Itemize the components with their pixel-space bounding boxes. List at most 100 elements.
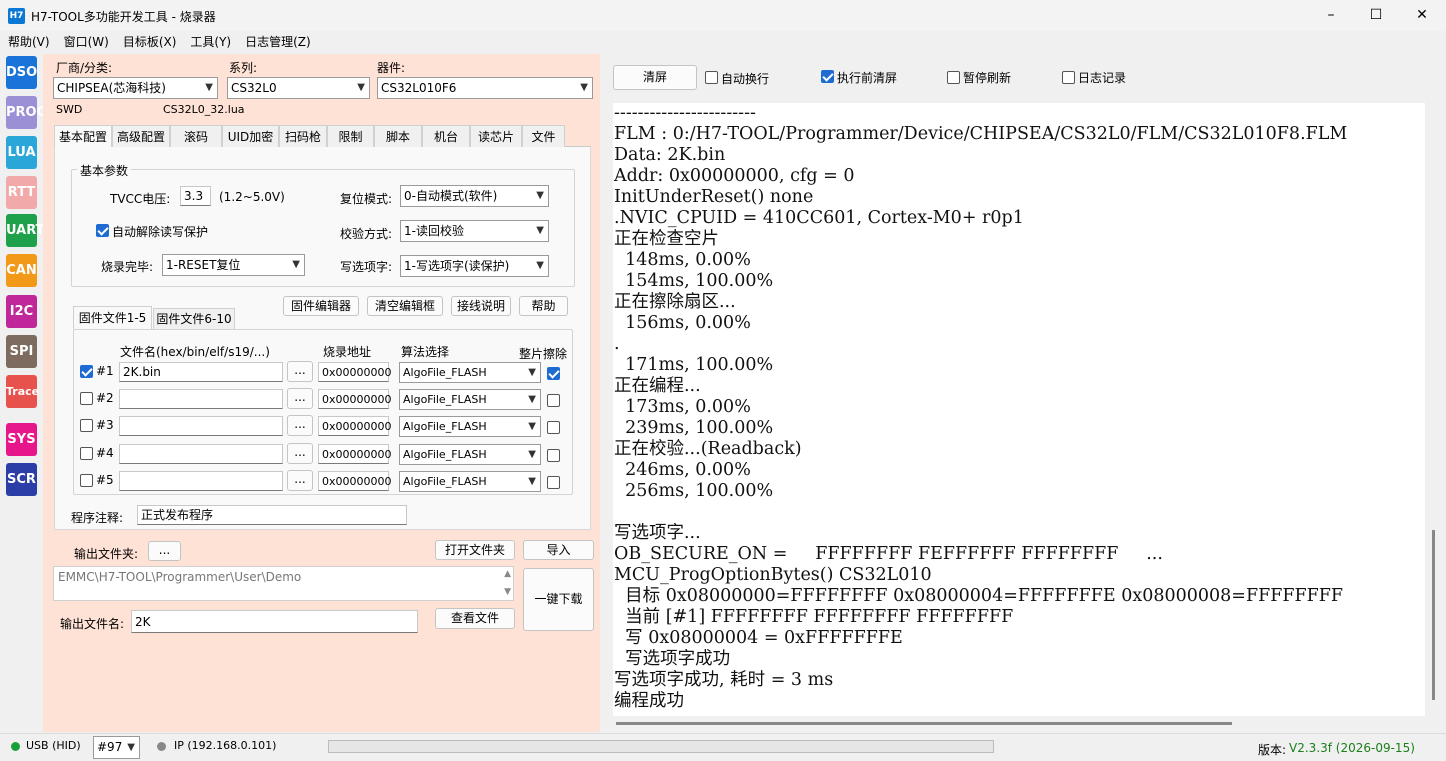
menu-help[interactable]: 帮助(V): [0, 31, 56, 50]
fw-row-file-input[interactable]: [119, 416, 283, 436]
auto-wrap-checkbox[interactable]: [705, 71, 718, 84]
log-output[interactable]: ------------------------ FLM : 0:/H7-TOOL…: [613, 103, 1425, 716]
fw-row-address-input[interactable]: 0x00000000: [318, 389, 392, 409]
usb-status: USB (HID): [26, 739, 81, 752]
maximize-icon[interactable]: ☐: [1353, 0, 1399, 31]
log-line: 239ms, 100.00%: [614, 418, 774, 438]
device-number: #97: [97, 740, 123, 754]
fw-row-browse-button[interactable]: ...: [287, 388, 313, 409]
vendor-label: 厂商/分类:: [56, 61, 113, 75]
menu-tools[interactable]: 工具(Y): [182, 31, 237, 50]
tvcc-input[interactable]: 3.3: [180, 186, 211, 206]
one-click-download-button[interactable]: 一键下载: [523, 568, 594, 631]
output-filename-input[interactable]: 2K: [131, 610, 418, 633]
fw-row-algo-select[interactable]: AlgoFile_FLASH ▼: [399, 444, 541, 465]
series-select[interactable]: CS32L0 ▼: [227, 77, 370, 99]
menu-window[interactable]: 窗口(W): [56, 31, 115, 50]
view-file-button[interactable]: 查看文件: [435, 608, 515, 629]
tab-firmware-6-10[interactable]: 固件文件6-10: [153, 308, 235, 329]
chevron-down-icon: ▼: [528, 449, 536, 460]
help-button[interactable]: 帮助: [519, 296, 568, 316]
log-line: 148ms, 0.00%: [614, 250, 751, 270]
menu-log[interactable]: 日志管理(Z): [237, 31, 317, 50]
chevron-down-icon: ▼: [528, 476, 536, 487]
output-path-box[interactable]: EMMC\H7-TOOL\Programmer\User\Demo ▲ ▼: [53, 566, 514, 601]
sidebar-rtt-button[interactable]: RTT: [6, 176, 37, 209]
verify-select[interactable]: 1-读回校验 ▼: [400, 220, 549, 242]
pause-refresh-checkbox[interactable]: [947, 71, 960, 84]
open-folder-button[interactable]: 打开文件夹: [435, 540, 515, 560]
fw-row-address-input[interactable]: 0x00000000: [318, 362, 392, 382]
fw-row-erase-checkbox[interactable]: [547, 367, 560, 380]
option-select[interactable]: 1-写选项字(读保护) ▼: [400, 255, 549, 277]
clear-before-checkbox[interactable]: [821, 70, 834, 83]
fw-row-file-input[interactable]: [119, 444, 283, 464]
sidebar-trace-button[interactable]: Trace: [6, 375, 39, 408]
sidebar-spi-button[interactable]: SPI: [6, 335, 37, 368]
sidebar-scr-button[interactable]: SCR: [6, 463, 37, 496]
sidebar-i2c-button[interactable]: I2C: [6, 295, 37, 328]
fw-row-erase-checkbox[interactable]: [547, 476, 560, 489]
fw-row-algo-select[interactable]: AlgoFile_FLASH ▼: [399, 362, 541, 383]
fw-row-checkbox[interactable]: [80, 419, 93, 432]
fw-row-erase-checkbox[interactable]: [547, 394, 560, 407]
sidebar-sys-button[interactable]: SYS: [6, 423, 37, 456]
tab-machine[interactable]: 机台: [422, 125, 470, 147]
fw-row-checkbox[interactable]: [80, 365, 93, 378]
fw-row-browse-button[interactable]: ...: [287, 470, 313, 491]
log-record-checkbox[interactable]: [1062, 71, 1075, 84]
fw-row-erase-checkbox[interactable]: [547, 421, 560, 434]
tab-read-chip[interactable]: 读芯片: [470, 125, 522, 147]
finish-select[interactable]: 1-RESET复位 ▼: [162, 254, 305, 276]
fw-row-checkbox[interactable]: [80, 447, 93, 460]
fw-row-checkbox[interactable]: [80, 392, 93, 405]
clear-screen-button[interactable]: 清屏: [613, 65, 697, 90]
fw-row-checkbox[interactable]: [80, 474, 93, 487]
tab-rolling-code[interactable]: 滚码: [170, 125, 222, 147]
fw-row-algo-select[interactable]: AlgoFile_FLASH ▼: [399, 389, 541, 410]
vendor-select[interactable]: CHIPSEA(芯海科技) ▼: [53, 77, 218, 99]
reset-select[interactable]: 0-自动模式(软件) ▼: [400, 185, 549, 207]
note-input[interactable]: 正式发布程序: [137, 505, 407, 525]
fw-row-address-input[interactable]: 0x00000000: [318, 471, 392, 491]
device-number-select[interactable]: #97 ▼: [93, 736, 140, 759]
output-folder-browse[interactable]: ...: [148, 541, 181, 561]
part-select[interactable]: CS32L010F6 ▼: [377, 77, 593, 99]
tab-scanner[interactable]: 扫码枪: [279, 125, 327, 147]
fw-row-file-input[interactable]: 2K.bin: [119, 362, 283, 382]
log-vertical-scrollbar[interactable]: [1432, 530, 1435, 700]
menu-target[interactable]: 目标板(X): [115, 31, 183, 50]
import-button[interactable]: 导入: [523, 540, 594, 560]
fw-row-browse-button[interactable]: ...: [287, 443, 313, 464]
sidebar-lua-button[interactable]: LUA: [6, 136, 37, 169]
clear-editor-button[interactable]: 清空编辑框: [367, 296, 443, 316]
close-icon[interactable]: ✕: [1399, 0, 1445, 31]
fw-row-address-input[interactable]: 0x00000000: [318, 444, 392, 464]
tab-firmware-1-5[interactable]: 固件文件1-5: [73, 306, 152, 329]
sidebar-dso-button[interactable]: DSO: [6, 56, 37, 89]
tab-script[interactable]: 脚本: [374, 125, 422, 147]
fw-row-erase-checkbox[interactable]: [547, 449, 560, 462]
sidebar-prog-button[interactable]: PROG: [6, 96, 47, 129]
scroll-up-icon[interactable]: ▲: [504, 569, 511, 579]
log-horizontal-scrollbar[interactable]: [616, 722, 1232, 725]
fw-row-file-input[interactable]: [119, 389, 283, 409]
fw-row-algo-select[interactable]: AlgoFile_FLASH ▼: [399, 471, 541, 492]
tab-basic[interactable]: 基本配置: [54, 125, 112, 148]
scroll-down-icon[interactable]: ▼: [504, 587, 511, 597]
tab-limit[interactable]: 限制: [327, 125, 374, 147]
fw-row-browse-button[interactable]: ...: [287, 361, 313, 382]
sidebar-uart-button[interactable]: UART: [6, 214, 45, 247]
fw-row-browse-button[interactable]: ...: [287, 415, 313, 436]
fw-row-address-input[interactable]: 0x00000000: [318, 416, 392, 436]
fw-row-algo-select[interactable]: AlgoFile_FLASH ▼: [399, 416, 541, 437]
tab-uid[interactable]: UID加密: [222, 125, 279, 147]
tab-file[interactable]: 文件: [522, 125, 565, 147]
minimize-icon[interactable]: –: [1308, 0, 1354, 31]
fw-row-file-input[interactable]: [119, 471, 283, 491]
sidebar-can-button[interactable]: CAN: [6, 254, 37, 287]
auto-unprotect-checkbox[interactable]: [96, 224, 109, 237]
firmware-editor-button[interactable]: 固件编辑器: [283, 296, 359, 316]
wiring-button[interactable]: 接线说明: [451, 296, 511, 316]
tab-advanced[interactable]: 高级配置: [112, 125, 170, 147]
